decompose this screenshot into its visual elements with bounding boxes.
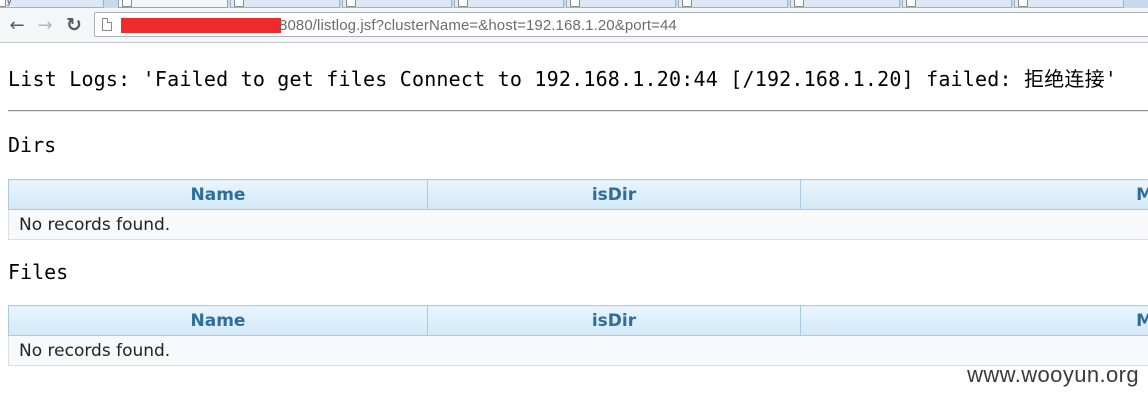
empty-message: No records found. (8, 335, 1148, 366)
reload-icon: ↻ (66, 14, 82, 36)
empty-message: No records found. (8, 209, 1148, 240)
files-table: Name isDir M No records found. (8, 305, 1148, 366)
column-header-name[interactable]: Name (8, 305, 428, 336)
watermark: www.wooyun.org (967, 362, 1139, 387)
column-header-isdir[interactable]: isDir (427, 179, 801, 210)
column-header-isdir[interactable]: isDir (427, 305, 801, 336)
page-favicon-icon (0, 0, 6, 7)
address-bar-url: 8080/listlog.jsf?clusterName=&host=192.1… (279, 17, 677, 34)
address-bar[interactable]: 8080/listlog.jsf?clusterName=&host=192.1… (94, 12, 1148, 37)
browser-tab[interactable] (342, 0, 452, 8)
forward-button[interactable]: → (33, 13, 57, 37)
browser-tab[interactable] (902, 0, 1012, 8)
files-section-title: Files (8, 260, 69, 284)
back-button[interactable]: ← (5, 13, 29, 37)
tab-strip: y (0, 0, 1148, 8)
dirs-table: Name isDir M No records found. (8, 179, 1148, 240)
dirs-section-title: Dirs (8, 133, 57, 157)
reload-button[interactable]: ↻ (62, 13, 86, 37)
table-row: No records found. (8, 335, 1148, 366)
browser-tab[interactable] (566, 0, 676, 8)
browser-tab-active[interactable] (118, 0, 228, 8)
divider (8, 110, 1148, 112)
column-header-modified[interactable]: M (800, 179, 1148, 210)
browser-toolbar: ← → ↻ 8080/listlog.jsf?clusterName=&host… (0, 8, 1148, 43)
tab-title: y (7, 0, 12, 6)
page-favicon-icon (122, 0, 132, 7)
browser-tab[interactable] (678, 0, 788, 8)
browser-tab[interactable] (1014, 0, 1124, 8)
page-favicon-icon (234, 0, 244, 7)
column-header-modified[interactable]: M (800, 305, 1148, 336)
page-icon (102, 18, 112, 31)
arrow-right-icon: → (37, 14, 53, 36)
browser-tab[interactable] (230, 0, 340, 8)
page-favicon-icon (570, 0, 580, 7)
browser-tab[interactable]: y (0, 0, 104, 8)
page-favicon-icon (682, 0, 692, 7)
column-header-name[interactable]: Name (8, 179, 428, 210)
table-header-row: Name isDir M (8, 179, 1148, 210)
page-heading: List Logs: 'Failed to get files Connect … (8, 67, 1118, 91)
table-row: No records found. (8, 209, 1148, 240)
table-header-row: Name isDir M (8, 305, 1148, 336)
redacted-host-block (121, 18, 281, 33)
page-favicon-icon (906, 0, 916, 7)
page-favicon-icon (1018, 0, 1028, 7)
page-favicon-icon (346, 0, 356, 7)
browser-tab[interactable] (790, 0, 900, 8)
arrow-left-icon: ← (9, 14, 25, 36)
browser-tab[interactable] (454, 0, 564, 8)
page-favicon-icon (794, 0, 804, 7)
page-favicon-icon (458, 0, 468, 7)
